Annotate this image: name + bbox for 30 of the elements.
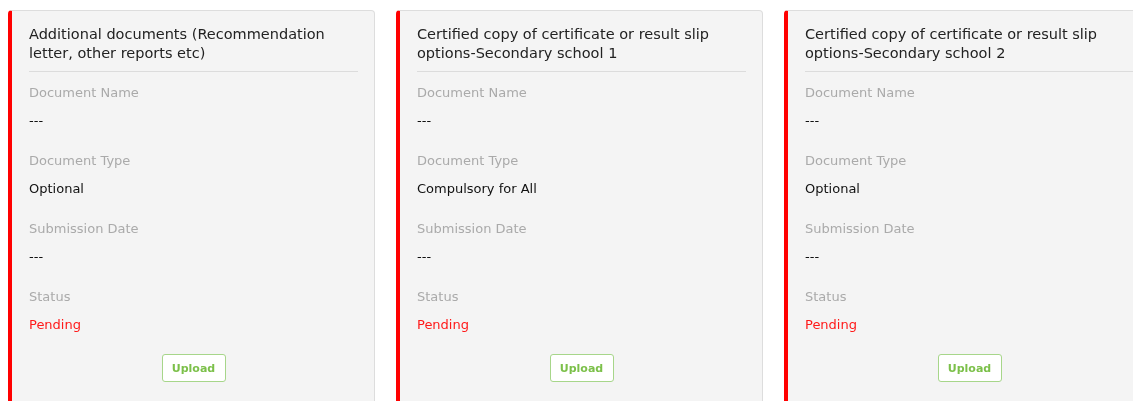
field-label: Submission Date [29, 220, 140, 238]
field-value: --- [805, 112, 821, 130]
field-label: Document Type [29, 152, 132, 170]
field-value: --- [29, 248, 45, 266]
field-label: Submission Date [417, 220, 528, 238]
upload-button[interactable]: Upload [549, 354, 614, 382]
card-title: Certified copy of certificate or result slip options-Secondary school 2 [805, 25, 1099, 63]
field-value: Optional [805, 180, 861, 198]
field-value: --- [29, 112, 45, 130]
field-value: --- [417, 112, 433, 130]
field-value: --- [805, 248, 821, 266]
status-value: Pending [805, 316, 858, 334]
upload-button[interactable]: Upload [161, 354, 226, 382]
field-value: Optional [29, 180, 85, 198]
upload-button[interactable]: Upload [937, 354, 1002, 382]
status-value: Pending [29, 316, 82, 334]
card-title: Additional documents (Recommendation letter, other reports etc) [29, 25, 326, 63]
field-value: --- [417, 248, 433, 266]
field-label: Status [417, 288, 460, 306]
field-value: Compulsory for All [417, 180, 538, 198]
field-label: Submission Date [805, 220, 916, 238]
field-label: Document Name [417, 84, 528, 102]
field-label: Document Type [805, 152, 908, 170]
field-label: Document Type [417, 152, 520, 170]
field-label: Document Name [29, 84, 140, 102]
status-value: Pending [417, 316, 470, 334]
field-label: Document Name [805, 84, 916, 102]
card-title: Certified copy of certificate or result slip options-Secondary school 1 [417, 25, 711, 63]
field-label: Status [29, 288, 72, 306]
field-label: Status [805, 288, 848, 306]
